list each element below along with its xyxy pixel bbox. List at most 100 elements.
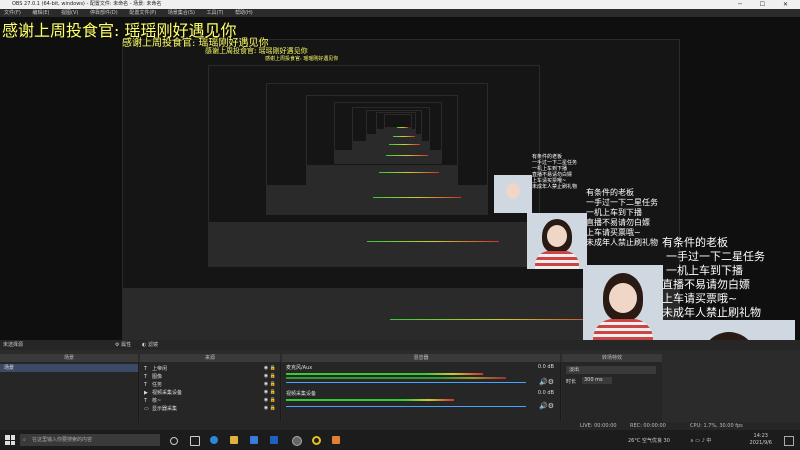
duration-input[interactable]: 300 ms <box>582 377 612 384</box>
menu-scene-collection[interactable]: 场景集合(S) <box>168 10 195 16</box>
danmu-panel: 有条件的老板 一手过一下二星任务 一机上车到下播 直播不易请勿白嫖 上车请买票哦… <box>662 234 800 324</box>
properties-label: 属性 <box>121 342 132 348</box>
nested-meter <box>372 197 461 198</box>
menu-bar: 文件(F) 编辑(E) 视图(V) 停靠部件(D) 配置文件(P) 场景集合(S… <box>0 9 800 17</box>
source-name: 核~ <box>152 398 162 404</box>
window-titlebar: OBS 27.0.1 (64-bit, windows) - 配置文件: 未命名… <box>0 0 800 9</box>
source-type-icon: T <box>144 382 148 388</box>
nested-meter <box>367 241 500 242</box>
visibility-eye-icon[interactable]: ◉ 🔒 <box>264 405 276 411</box>
nested-dock-strip <box>267 185 487 214</box>
mail-icon[interactable] <box>270 436 278 444</box>
webcam-echo-face-3 <box>506 183 520 199</box>
nested-meter <box>397 127 408 128</box>
danmu-panel-echo-1: 有条件的老板 一手过一下二星任务 一机上车到下播 直播不易请勿白嫖 上车请买票哦… <box>586 187 666 247</box>
clock-date: 2021/9/6 <box>749 440 772 446</box>
transitions-header: 转场特效 <box>562 354 662 362</box>
window-controls[interactable]: ─ ☐ ✕ <box>738 0 796 9</box>
nested-dock-strip <box>307 165 457 184</box>
taskbar-search[interactable]: ⌕ 在这里输入你要搜索的内容 <box>20 434 160 446</box>
notification-icon[interactable] <box>784 436 794 446</box>
scenes-header: 场景 <box>0 354 138 362</box>
mixer-track-1-meter <box>286 373 483 375</box>
mixer-track-2-volume-slider[interactable] <box>286 406 526 407</box>
webcam-feed-echo-2 <box>527 213 587 269</box>
nested-dock-strip <box>209 222 539 266</box>
taskbar-clock[interactable]: 14:23 2021/9/6 <box>750 433 772 447</box>
windows-taskbar: ⌕ 在这里输入你要搜索的内容 26°C 空气优良 30 ∧ ▭ ♪ 中 14:2… <box>0 430 800 450</box>
menu-help[interactable]: 帮助(H) <box>235 10 253 16</box>
sources-header: 来源 <box>140 354 280 362</box>
visibility-eye-icon[interactable]: ◉ 🔒 <box>264 381 276 387</box>
visibility-eye-icon[interactable]: ◉ 🔒 <box>264 397 276 403</box>
tray-icons[interactable]: ∧ ▭ ♪ 中 <box>690 437 711 444</box>
menu-docks[interactable]: 停靠部件(D) <box>90 10 118 16</box>
mixer-track-1-name: 麦克风/Aux <box>286 365 313 371</box>
cortana-icon[interactable] <box>170 437 178 445</box>
store-icon[interactable] <box>250 436 258 444</box>
nested-dock-strip <box>335 150 441 163</box>
search-icon: ⌕ <box>23 437 26 443</box>
scene-item[interactable]: 场景 <box>0 364 138 372</box>
nested-meter <box>392 136 415 137</box>
nested-dock-strip <box>353 141 429 150</box>
menu-edit[interactable]: 编辑(E) <box>32 10 49 16</box>
gift-banner-echo-3: 感谢上周投食官: 瑶瑶刚好遇见你 <box>265 56 339 62</box>
webcam-echo-shirt-2 <box>535 251 579 269</box>
source-item[interactable]: T 任务 ◉ 🔒 <box>144 381 276 388</box>
webcam-feed-echo-1 <box>583 265 663 345</box>
source-name: 任务 <box>152 382 163 388</box>
source-name: 视频采集设备 <box>152 390 183 396</box>
edge-icon[interactable] <box>210 436 218 444</box>
mixer-track-2-mute-icon[interactable]: 🔊⚙ <box>539 402 554 410</box>
source-type-icon: ▭ <box>144 406 149 412</box>
file-explorer-icon[interactable] <box>230 436 238 444</box>
filters-button[interactable]: ◐ 滤镜 <box>142 340 158 350</box>
transition-select[interactable]: 淡出 <box>566 366 656 374</box>
webcam-echo-face-2 <box>547 225 567 247</box>
task-view-icon[interactable] <box>190 436 200 446</box>
menu-file[interactable]: 文件(F) <box>4 10 21 16</box>
visibility-eye-icon[interactable]: ◉ 🔒 <box>264 365 276 371</box>
danmu-echo-line-6: 未成年人禁止刷礼物 <box>586 238 658 247</box>
source-item[interactable]: T 核~ ◉ 🔒 <box>144 397 276 404</box>
danmu-echo2-line-6: 未成年人禁止刷礼物 <box>532 184 578 190</box>
source-item[interactable]: ▭ 显示器采集 ◉ 🔒 <box>144 405 276 412</box>
mixer-track-1-meter-r <box>286 377 506 379</box>
start-pane-2 <box>10 435 15 440</box>
filters-label: 滤镜 <box>147 342 158 348</box>
cpu-status: CPU: 1.7%, 30.00 fps <box>690 423 743 429</box>
mixer-track-1-db: 0.0 dB <box>537 364 554 370</box>
visibility-eye-icon[interactable]: ◉ 🔒 <box>264 373 276 379</box>
obs-icon[interactable] <box>292 436 302 446</box>
mixer-track-2-db: 0.0 dB <box>537 390 554 396</box>
source-toolbar: 未选择源 ⚙ 属性 ◐ 滤镜 <box>0 340 800 350</box>
mixer-track-2-name: 视频采集设备 <box>286 391 317 397</box>
preview-canvas[interactable]: 感谢上周投食官: 瑶瑶刚好遇见你 感谢上周投食官: 瑶瑶刚好遇见你 感谢上周投食… <box>0 17 800 432</box>
visibility-eye-icon[interactable]: ◉ 🔒 <box>264 389 276 395</box>
app-icon-yellow-ring[interactable] <box>312 436 321 445</box>
mixer-track-1-mute-icon[interactable]: 🔊⚙ <box>539 378 554 386</box>
nested-meter <box>389 144 420 145</box>
nested-meter <box>389 319 613 320</box>
menu-profile[interactable]: 配置文件(P) <box>129 10 156 16</box>
source-name: 显示器采集 <box>152 406 178 412</box>
start-pane-3 <box>5 440 10 445</box>
source-item[interactable]: T 上帝闲 ◉ 🔒 <box>144 365 276 372</box>
no-source-label: 未选择源 <box>3 342 24 348</box>
weather-text[interactable]: 26°C 空气优良 30 <box>628 437 670 444</box>
mixer-track-1-volume-slider[interactable] <box>286 382 526 383</box>
menu-view[interactable]: 视图(V) <box>61 10 78 16</box>
app-icon-orange[interactable] <box>332 436 340 444</box>
source-item[interactable]: ▶ 视频采集设备 ◉ 🔒 <box>144 389 276 396</box>
menu-tools[interactable]: 工具(T) <box>207 10 224 16</box>
source-item[interactable]: T 图像 ◉ 🔒 <box>144 373 276 380</box>
mixer-track-2-meter <box>286 399 454 401</box>
clock-time: 14:23 <box>753 433 768 439</box>
webcam-echo-face <box>609 283 637 313</box>
start-button[interactable] <box>5 435 15 445</box>
danmu-panel-echo-2: 有条件的老板 一手过一下二星任务 一机上车到下播 直播不易请勿白嫖 上车请买票哦… <box>532 153 592 193</box>
properties-button[interactable]: ⚙ 属性 <box>115 340 131 350</box>
search-placeholder: 在这里输入你要搜索的内容 <box>32 437 93 443</box>
rec-status: REC: 00:00:00 <box>630 423 666 429</box>
